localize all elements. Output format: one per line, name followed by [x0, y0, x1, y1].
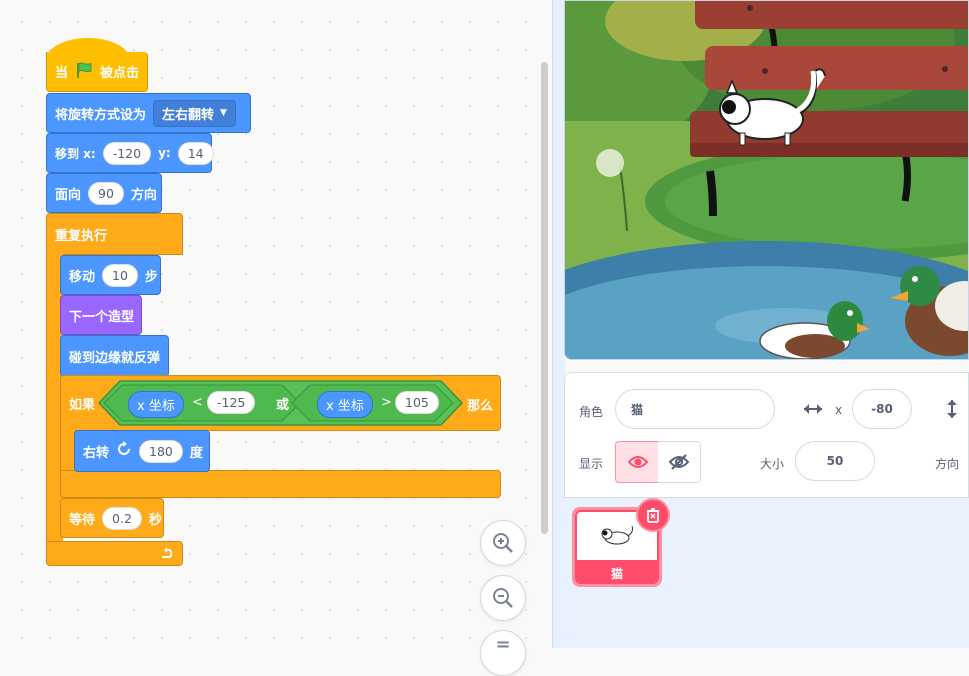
- stage[interactable]: [564, 0, 969, 360]
- greater-than-label: >: [381, 395, 392, 410]
- degrees-input[interactable]: 180: [139, 439, 183, 463]
- or-operator-block[interactable]: x 坐标 < -125 或 x 坐标 > 105: [98, 380, 463, 426]
- size-value: 50: [826, 454, 844, 468]
- caret-down-icon: ▼: [220, 108, 227, 118]
- zoom-reset-button[interactable]: =: [480, 630, 526, 676]
- clicked-label: 被点击: [100, 66, 140, 81]
- sprite-label: 角色: [579, 405, 604, 419]
- eye-icon: [627, 456, 648, 468]
- y-input[interactable]: 14: [177, 141, 214, 165]
- turn-label: 右转: [83, 445, 110, 461]
- sprite-name-tag: 猫: [577, 560, 657, 582]
- show-sprite-button[interactable]: [615, 441, 660, 483]
- zoom-out-icon: [493, 588, 513, 608]
- cat-thumbnail-icon: [601, 525, 633, 545]
- sprite-name-input[interactable]: 猫: [615, 389, 775, 429]
- less-than-label: <: [192, 395, 203, 410]
- degrees-suffix: 度: [189, 445, 203, 461]
- steps-input[interactable]: 10: [102, 263, 138, 287]
- hide-sprite-button[interactable]: [658, 441, 701, 483]
- size-label: 大小: [760, 457, 785, 471]
- sprite-name-value: 猫: [631, 402, 644, 417]
- rotation-style-dropdown[interactable]: 左右翻转 ▼: [153, 99, 236, 127]
- sprite-info-panel: 角色 猫 x -80 显示 大小 50 方向: [564, 372, 969, 498]
- next-costume-block[interactable]: 下一个造型: [60, 295, 142, 335]
- less-than-value-input[interactable]: -125: [207, 391, 256, 414]
- direction-suffix: 方向: [130, 187, 157, 203]
- zoom-in-button[interactable]: [480, 520, 526, 566]
- greater-than-value-input[interactable]: 105: [395, 391, 439, 414]
- rotation-label: 将旋转方式设为: [55, 107, 147, 123]
- sprite-list-pane: 猫: [564, 498, 969, 648]
- y-arrows-icon: [940, 397, 964, 425]
- direction-label: 方向: [935, 457, 960, 471]
- x-label: x: [835, 403, 843, 417]
- wait-block[interactable]: 等待 0.2 秒: [60, 498, 164, 538]
- stage-backdrop: [565, 1, 968, 359]
- goto-label: 移到 x:: [55, 146, 96, 161]
- bounce-on-edge-block[interactable]: 碰到边缘就反弹: [60, 335, 169, 377]
- eye-off-icon: [669, 454, 689, 470]
- zoom-out-button[interactable]: [480, 575, 526, 621]
- code-area[interactable]: 当 被点击 将旋转方式设为 左右翻转 ▼ 移到 x: -120 y: 14 面向…: [0, 0, 552, 676]
- equals-icon: =: [495, 633, 511, 655]
- show-label: 显示: [579, 457, 604, 471]
- point-label: 面向: [55, 187, 82, 203]
- rotate-clockwise-icon: [116, 441, 132, 461]
- trash-icon: [647, 508, 659, 523]
- forever-label: 重复执行: [55, 228, 108, 244]
- green-flag-icon: [75, 61, 93, 83]
- wait-seconds-input[interactable]: 0.2: [102, 506, 142, 530]
- delete-sprite-button[interactable]: [636, 498, 670, 532]
- zoom-in-icon: [493, 533, 513, 553]
- next-costume-label: 下一个造型: [69, 309, 135, 325]
- if-label: 如果: [69, 397, 96, 413]
- x-position-input[interactable]: -80: [852, 389, 912, 429]
- move-steps-block[interactable]: 移动 10 步: [60, 255, 161, 295]
- x-input[interactable]: -120: [102, 141, 152, 165]
- x-position-reporter-1[interactable]: x 坐标: [128, 391, 184, 418]
- x-position-reporter-2[interactable]: x 坐标: [317, 391, 373, 418]
- bounce-label: 碰到边缘就反弹: [69, 350, 161, 366]
- steps-suffix: 步: [144, 269, 158, 285]
- y-label: y:: [158, 146, 171, 160]
- move-label: 移动: [69, 269, 96, 285]
- when-label: 当: [55, 66, 69, 81]
- or-label: 或: [276, 398, 290, 413]
- vertical-scrollbar[interactable]: [541, 62, 548, 534]
- x-arrows-icon: [801, 397, 825, 425]
- wait-label: 等待: [69, 512, 96, 528]
- set-rotation-style-block[interactable]: 将旋转方式设为 左右翻转 ▼: [46, 93, 251, 133]
- then-label: 那么: [467, 399, 494, 414]
- direction-input[interactable]: 90: [88, 181, 124, 205]
- x-position-value: -80: [871, 402, 893, 416]
- point-in-direction-block[interactable]: 面向 90 方向: [46, 173, 162, 213]
- go-to-xy-block[interactable]: 移到 x: -120 y: 14: [46, 133, 214, 173]
- rotation-style-value: 左右翻转: [162, 107, 215, 123]
- when-flag-clicked-block[interactable]: 当 被点击: [46, 38, 148, 94]
- turn-right-block[interactable]: 右转 180 度: [74, 430, 210, 472]
- loop-arrow-icon: [160, 545, 174, 563]
- seconds-suffix: 秒: [148, 512, 162, 528]
- size-input[interactable]: 50: [795, 441, 875, 481]
